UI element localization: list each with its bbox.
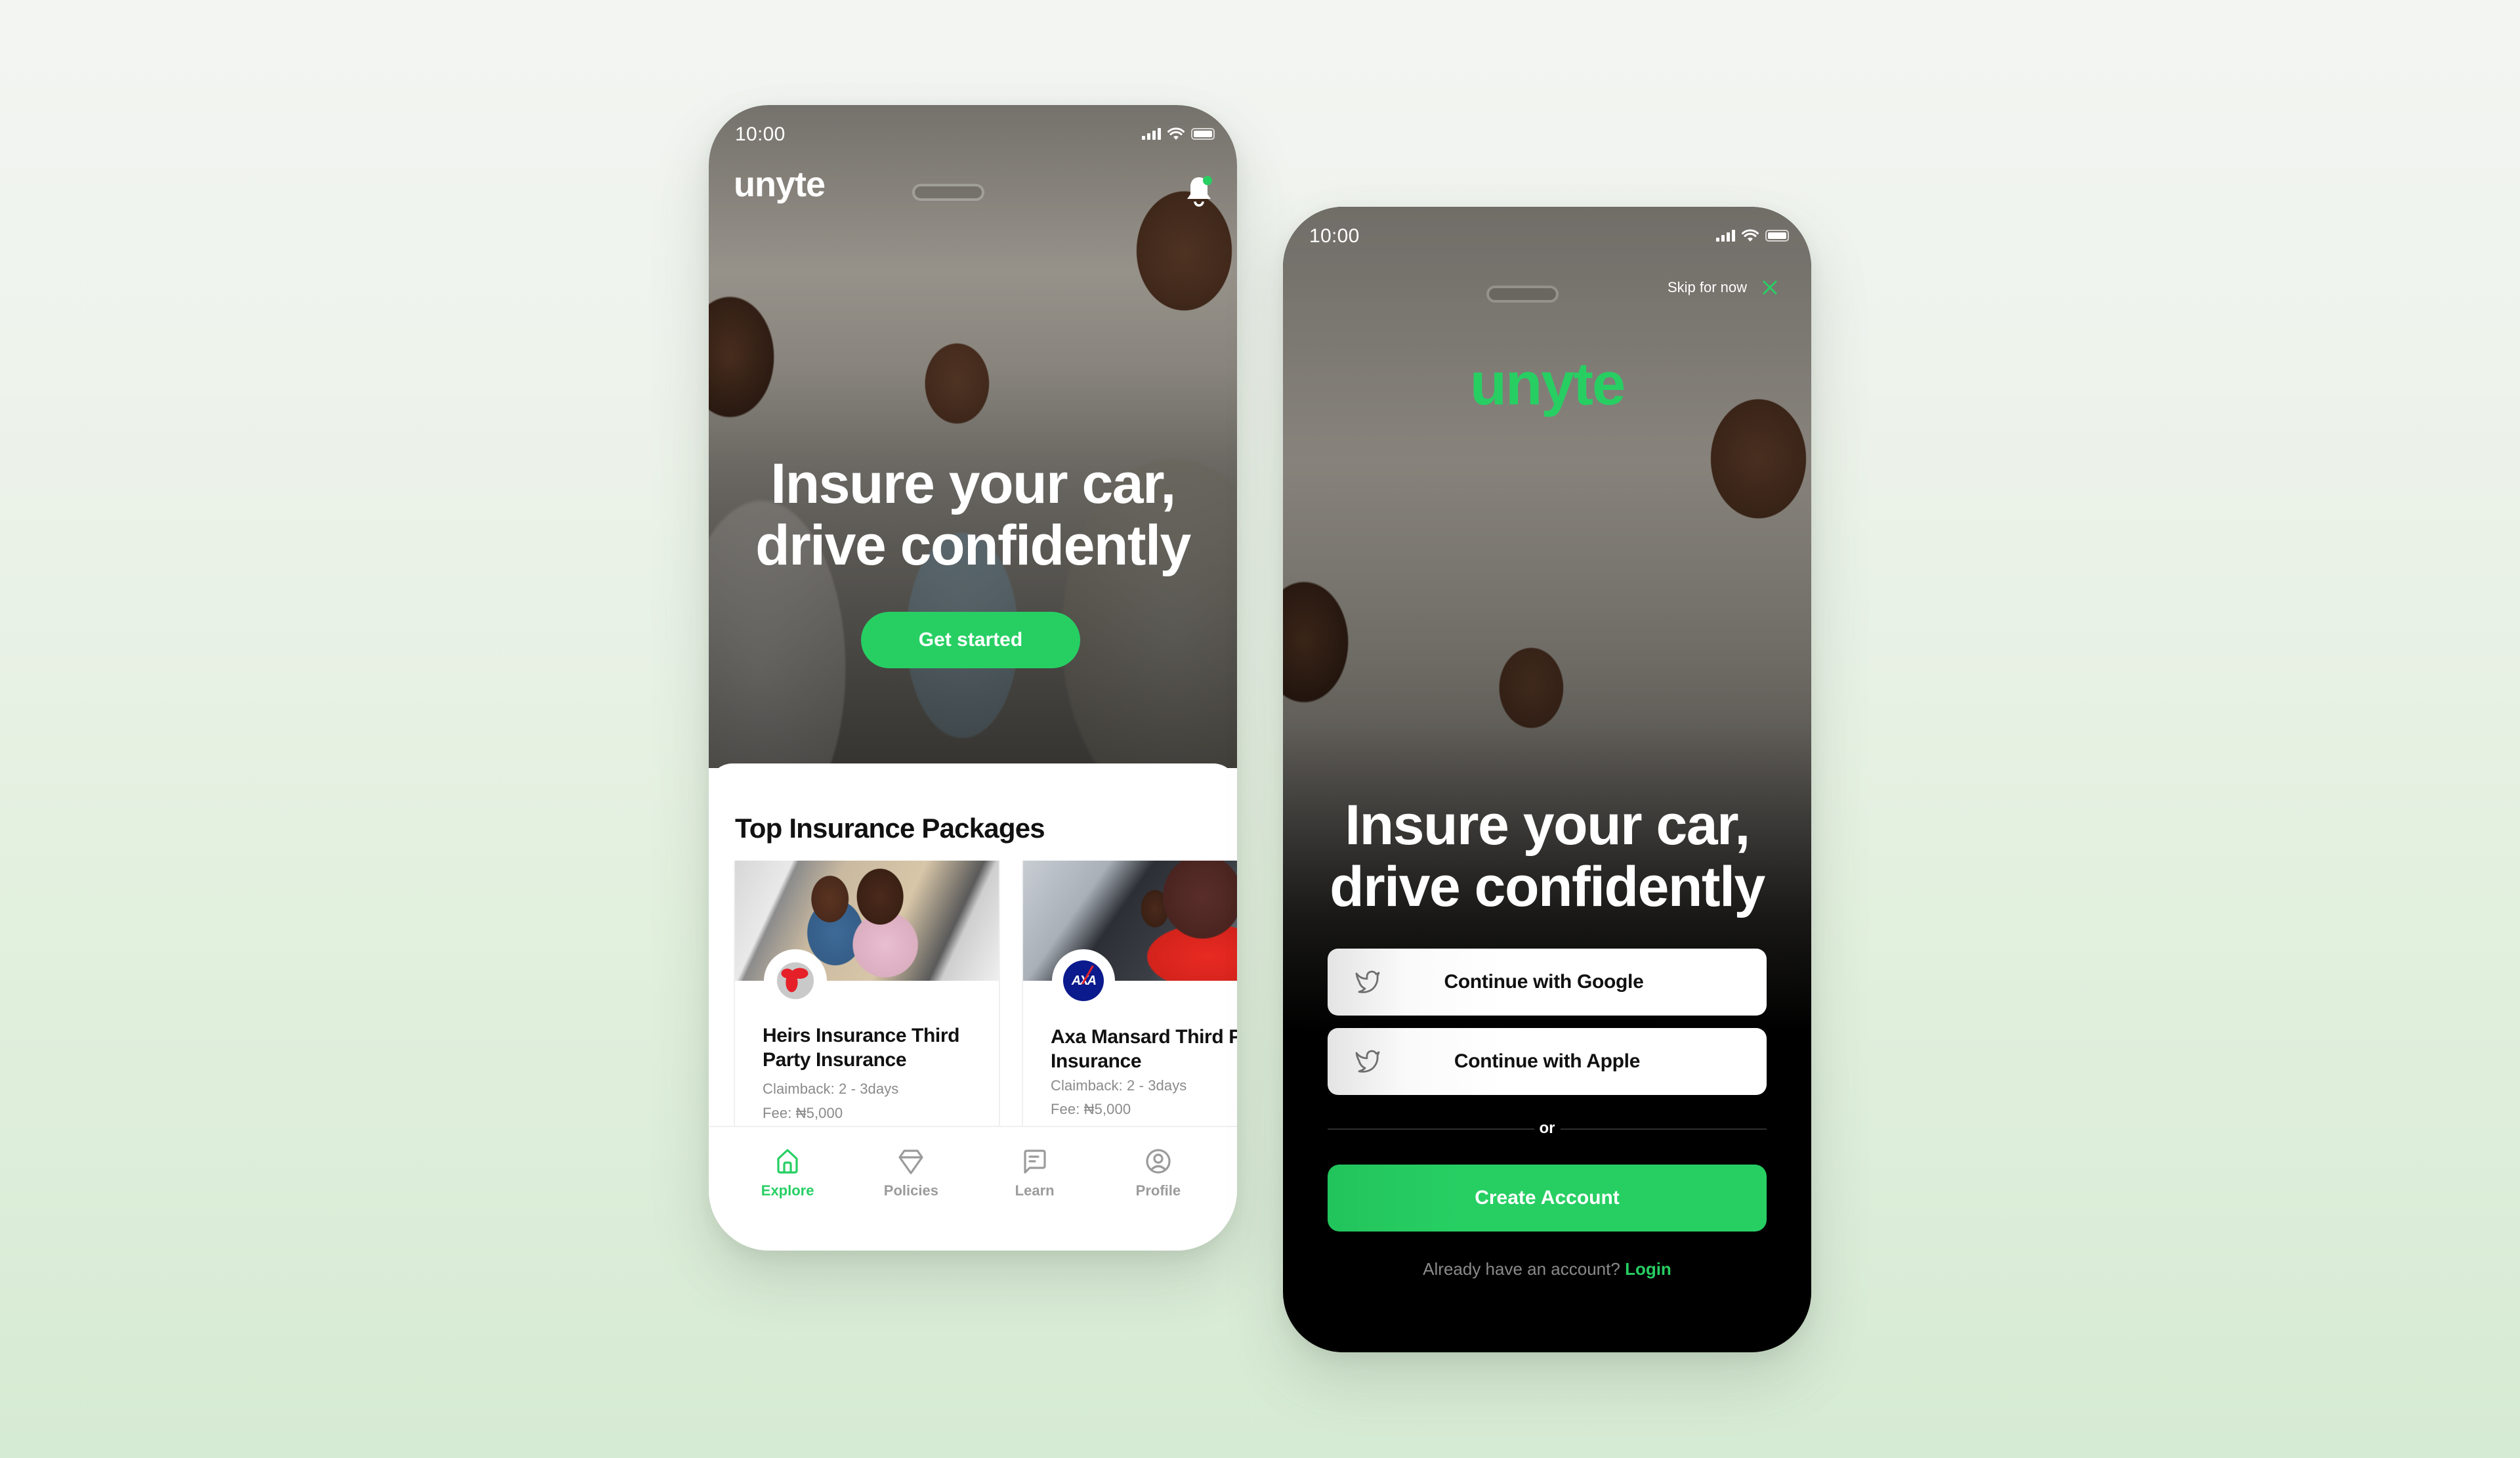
twitter-bird-icon (1355, 970, 1380, 993)
nav-label: Policies (883, 1182, 938, 1199)
skip-button[interactable]: Skip for now (1668, 279, 1778, 296)
apple-button-label: Continue with Apple (1454, 1050, 1641, 1072)
packages-carousel[interactable]: Heirs Insurance Third Party Insurance Cl… (734, 861, 1237, 1130)
package-title: Heirs Insurance Third Party Insurance (763, 1025, 960, 1071)
heirs-globe-logo (777, 962, 814, 999)
login-prompt-text: Already have an account? (1423, 1259, 1620, 1279)
axa-logo: AXA (1063, 960, 1104, 1001)
app-logo: unyte (1469, 351, 1626, 418)
package-image (1023, 861, 1237, 981)
package-title: Axa Mansard Third Party Insurance (1051, 1026, 1237, 1072)
get-started-button[interactable]: Get started (861, 612, 1080, 668)
hero-title-line2: drive confidently (755, 514, 1191, 577)
section-title: Top Insurance Packages (735, 813, 1045, 844)
battery-icon (1191, 128, 1215, 140)
signal-icon (1716, 230, 1735, 242)
hero-title-line1: Insure your car, (770, 452, 1176, 515)
battery-icon (1765, 230, 1789, 242)
nav-label: Learn (1015, 1182, 1055, 1199)
skip-label: Skip for now (1667, 279, 1747, 295)
create-account-button[interactable]: Create Account (1328, 1165, 1767, 1232)
bottom-nav: Explore Policies Learn Profile (709, 1126, 1237, 1251)
nav-item-learn[interactable]: Learn (982, 1147, 1087, 1251)
package-fee: Fee: ₦5,000 (1051, 1101, 1131, 1117)
hero-title: Insure your car, drive confidently (709, 453, 1237, 576)
package-card[interactable]: Heirs Insurance Third Party Insurance Cl… (734, 861, 1000, 1130)
diamond-icon (898, 1149, 923, 1174)
continue-with-google-button[interactable]: Continue with Google (1328, 949, 1767, 1016)
status-icons (1142, 127, 1215, 140)
status-bar: 10:00 (1283, 207, 1811, 266)
status-time: 10:00 (1309, 225, 1360, 247)
home-icon (777, 1149, 798, 1174)
status-icons (1716, 229, 1789, 242)
status-bar: 10:00 (709, 105, 1237, 164)
nav-item-profile[interactable]: Profile (1106, 1147, 1211, 1251)
package-fee: Fee: ₦5,000 (763, 1105, 843, 1121)
package-card[interactable]: AXA Axa Mansard Third Party Insurance Cl… (1022, 861, 1237, 1130)
close-icon (1763, 280, 1777, 295)
twitter-bird-icon (1355, 1050, 1380, 1073)
message-square-icon (1024, 1149, 1046, 1174)
continue-with-apple-button[interactable]: Continue with Apple (1328, 1028, 1767, 1095)
package-claimback: Claimback: 2 - 3days (763, 1081, 899, 1097)
user-circle-icon (1146, 1149, 1171, 1174)
hero-title-line2: drive confidently (1330, 855, 1765, 918)
hero-title-line1: Insure your car, (1345, 794, 1750, 857)
divider-text: or (1534, 1119, 1561, 1137)
wifi-icon (1742, 229, 1759, 242)
nav-item-explore[interactable]: Explore (735, 1147, 840, 1251)
explore-screen: 10:00 unyte Insure your car, drive confi… (709, 105, 1237, 1251)
nav-label: Profile (1135, 1182, 1181, 1199)
divider: or (1283, 1119, 1811, 1138)
login-link[interactable]: Login (1625, 1259, 1671, 1279)
nav-label: Explore (761, 1182, 814, 1199)
signup-screen: 10:00 Skip for now unyte Insure your car… (1283, 207, 1811, 1352)
signal-icon (1142, 128, 1161, 140)
package-claimback: Claimback: 2 - 3days (1051, 1077, 1187, 1094)
notification-badge (1203, 176, 1212, 185)
nav-item-policies[interactable]: Policies (858, 1147, 963, 1251)
insurer-logo: AXA (1052, 949, 1115, 1012)
login-prompt: Already have an account? Login (1283, 1259, 1811, 1279)
wifi-icon (1167, 127, 1185, 140)
google-button-label: Continue with Google (1444, 971, 1644, 993)
insurer-logo (764, 949, 827, 1012)
app-logo: unyte (734, 165, 826, 204)
status-time: 10:00 (735, 123, 786, 145)
hero-title: Insure your car, drive confidently (1283, 794, 1811, 918)
